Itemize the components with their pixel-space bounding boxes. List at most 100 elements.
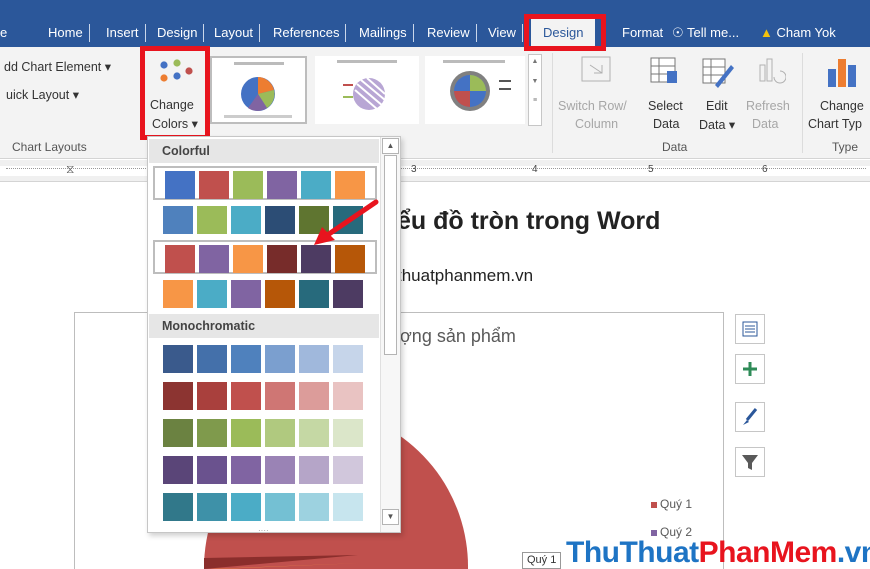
color-swatch [197,382,227,410]
color-swatch [231,345,261,373]
color-swatch [233,245,263,273]
color-swatch [163,345,193,373]
legend-swatch [651,501,657,508]
switch-row-column-label-1: Switch Row/ [558,99,627,113]
refresh-data-label-1: Refresh [746,99,790,113]
color-swatch [165,171,195,199]
chart-styles-gallery[interactable] [210,56,528,124]
color-swatch [265,456,295,484]
edit-data-label-2: Data ▾ [699,118,736,132]
add-chart-element-button[interactable]: dd Chart Element ▾ [4,59,111,74]
chart-elements-button[interactable] [735,354,765,384]
tab-view[interactable]: View [488,18,516,47]
watermark-part-1: ThuThuat [566,536,699,569]
chart-style-1[interactable] [210,56,307,124]
tab-separator [522,24,523,42]
monochromatic-section-header: Monochromatic [149,314,379,338]
bar-chart-icon [828,59,856,87]
color-palette-option[interactable] [153,416,377,450]
color-palette-option[interactable] [153,453,377,487]
gallery-more-icon[interactable]: ≡ [529,95,541,107]
tab-design[interactable]: Design [157,18,197,47]
tab-layout[interactable]: Layout [214,18,253,47]
legend-swatch [651,529,657,536]
paintbrush-icon [743,408,758,425]
gallery-down-icon[interactable]: ▼ [529,69,541,95]
horizontal-ruler: 3 4 5 6 ⧖ [0,160,870,182]
color-palette-option[interactable] [153,342,377,376]
color-swatch [265,280,295,308]
color-palette-option[interactable] [153,490,377,524]
tab-separator [476,24,477,42]
color-swatch [199,245,229,273]
color-palette-option[interactable] [153,277,377,311]
chart-filters-button[interactable] [735,447,765,477]
scroll-down-icon[interactable]: ▼ [382,509,399,525]
layout-options-icon [742,321,758,337]
resize-grip-icon[interactable]: ···· [258,526,269,535]
plus-icon [743,362,757,376]
chart-style-2[interactable] [315,56,419,124]
color-swatch [231,382,261,410]
edit-data-button[interactable]: Edit Data ▾ [697,53,741,133]
color-swatch [163,280,193,308]
tab-references[interactable]: References [273,18,339,47]
ruler-mark-5: 5 [648,164,654,175]
watermark-part-2: PhanMem [698,536,838,569]
legend-label: Quý 1 [660,497,693,511]
color-swatch [197,419,227,447]
tab-insert[interactable]: Insert [106,18,139,47]
highlight-change-colors [140,46,210,140]
document-subtitle: thuatphanmem.vn [397,266,534,285]
color-swatch [199,171,229,199]
select-data-button[interactable]: Select Data [645,53,689,133]
scroll-up-icon[interactable]: ▲ [382,138,399,154]
chart-title[interactable]: ợng sản phẩm [400,326,516,347]
color-swatch [301,171,331,199]
color-swatch [333,345,363,373]
select-data-label-2: Data [653,117,680,131]
tab-separator [89,24,90,42]
color-swatch [333,419,363,447]
highlight-design-tab [524,14,606,51]
color-swatch [333,280,363,308]
color-swatch [265,419,295,447]
gallery-scroll[interactable]: ▲ ▼ ≡ [528,54,542,126]
color-swatch [231,280,261,308]
chart-styles-button[interactable] [735,402,765,432]
color-palette-option[interactable] [153,379,377,413]
tell-me-box[interactable]: ☉ Tell me... [672,18,739,47]
color-palette-option[interactable] [153,166,377,200]
pie-thumbnail-icon [443,60,511,111]
tab-mailings[interactable]: Mailings [359,18,407,47]
file-tab-fragment[interactable]: e [0,18,7,47]
color-swatch [333,382,363,410]
color-swatch [163,493,193,521]
color-swatch [299,493,329,521]
edit-data-icon [702,58,734,88]
gallery-up-icon[interactable]: ▲ [529,55,541,69]
color-swatch [299,419,329,447]
chart-style-3[interactable] [425,56,525,124]
pie-thumbnail-icon [337,60,397,110]
group-label-chart-layouts: Chart Layouts [12,140,87,154]
user-name: Cham Yok [776,25,836,40]
watermark-part-3: .vn [836,536,870,569]
color-swatch [299,456,329,484]
switch-row-column-button: Switch Row/ Column [558,53,638,133]
indent-marker-icon[interactable]: ⧖ [66,162,74,177]
layout-options-button[interactable] [735,314,765,344]
red-arrow-annotation [314,199,379,245]
refresh-data-icon [759,58,786,84]
color-swatch [231,456,261,484]
user-account[interactable]: ▲ Cham Yok [760,18,836,47]
change-chart-type-button[interactable]: Change Chart Typ [806,53,870,133]
tab-home[interactable]: Home [48,18,83,47]
color-swatch [231,493,261,521]
tab-format[interactable]: Format [622,18,663,47]
color-swatch [231,419,261,447]
quick-layout-button[interactable]: uick Layout ▾ [6,87,79,102]
tab-review[interactable]: Review [427,18,470,47]
color-swatch [197,345,227,373]
switch-row-column-icon [581,56,611,82]
